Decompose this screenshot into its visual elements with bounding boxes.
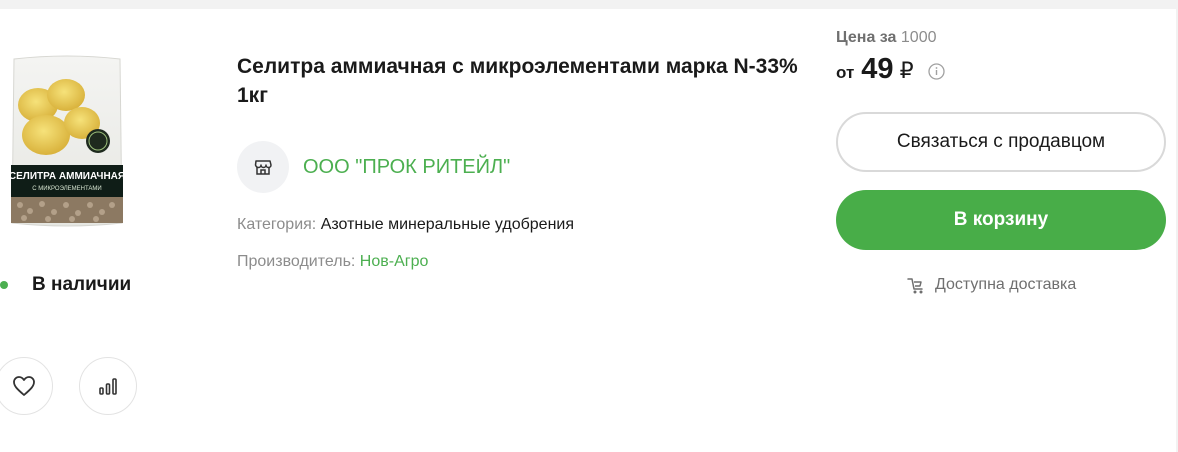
stock-status: В наличии [0,273,131,297]
add-to-cart-button[interactable]: В корзину [836,190,1166,250]
fertilizer-bag-image: СЕЛИТРА АММИАЧНАЯ С МИКРОЭЛЕМЕНТАМИ [9,55,125,227]
seller-link[interactable]: ООО "ПРОК РИТЕЙЛ" [237,141,510,193]
seller-avatar [237,141,289,193]
seller-name: ООО "ПРОК РИТЕЙЛ" [303,155,511,178]
favorite-button[interactable] [0,357,53,415]
price: от 49 ₽ [836,53,914,87]
bag-title-text: СЕЛИТРА АММИАЧНАЯ [9,171,125,182]
compare-button[interactable] [79,357,137,415]
price-currency: ₽ [899,58,914,83]
manufacturer-label: Производитель: [237,253,356,270]
delivery-label: Доступна доставка [935,276,1077,293]
price-caption: Цена за 1000 [836,29,936,47]
stock-label: В наличии [32,274,132,295]
bag-subtitle-text: С МИКРОЭЛЕМЕНТАМИ [32,186,102,192]
price-info-button[interactable] [928,63,945,80]
delivery-info: Доступна доставка [906,274,1076,296]
category-row: Категория: Азотные минеральные удобрения [237,216,574,234]
info-icon [928,63,945,80]
manufacturer-row: Производитель: Нов-Агро [237,253,428,271]
manufacturer-link[interactable]: Нов-Агро [360,253,429,270]
heart-icon [13,376,35,396]
price-from-label: от [836,63,855,82]
price-value: 49 [861,53,894,85]
top-divider-strip [0,0,1178,9]
product-title: Селитра аммиачная с микроэлементами марк… [237,55,798,107]
category-value[interactable]: Азотные минеральные удобрения [321,216,574,233]
price-caption-qty: 1000 [900,29,937,46]
contact-seller-button[interactable]: Связаться с продавцом [836,112,1166,172]
category-label: Категория: [237,216,317,233]
price-caption-prefix: Цена за [836,29,897,46]
product-image[interactable]: СЕЛИТРА АММИАЧНАЯ С МИКРОЭЛЕМЕНТАМИ [8,55,126,227]
in-stock-dot-icon [0,281,8,289]
compare-icon [99,378,117,395]
store-icon [254,160,272,175]
delivery-cart-icon [907,278,923,294]
